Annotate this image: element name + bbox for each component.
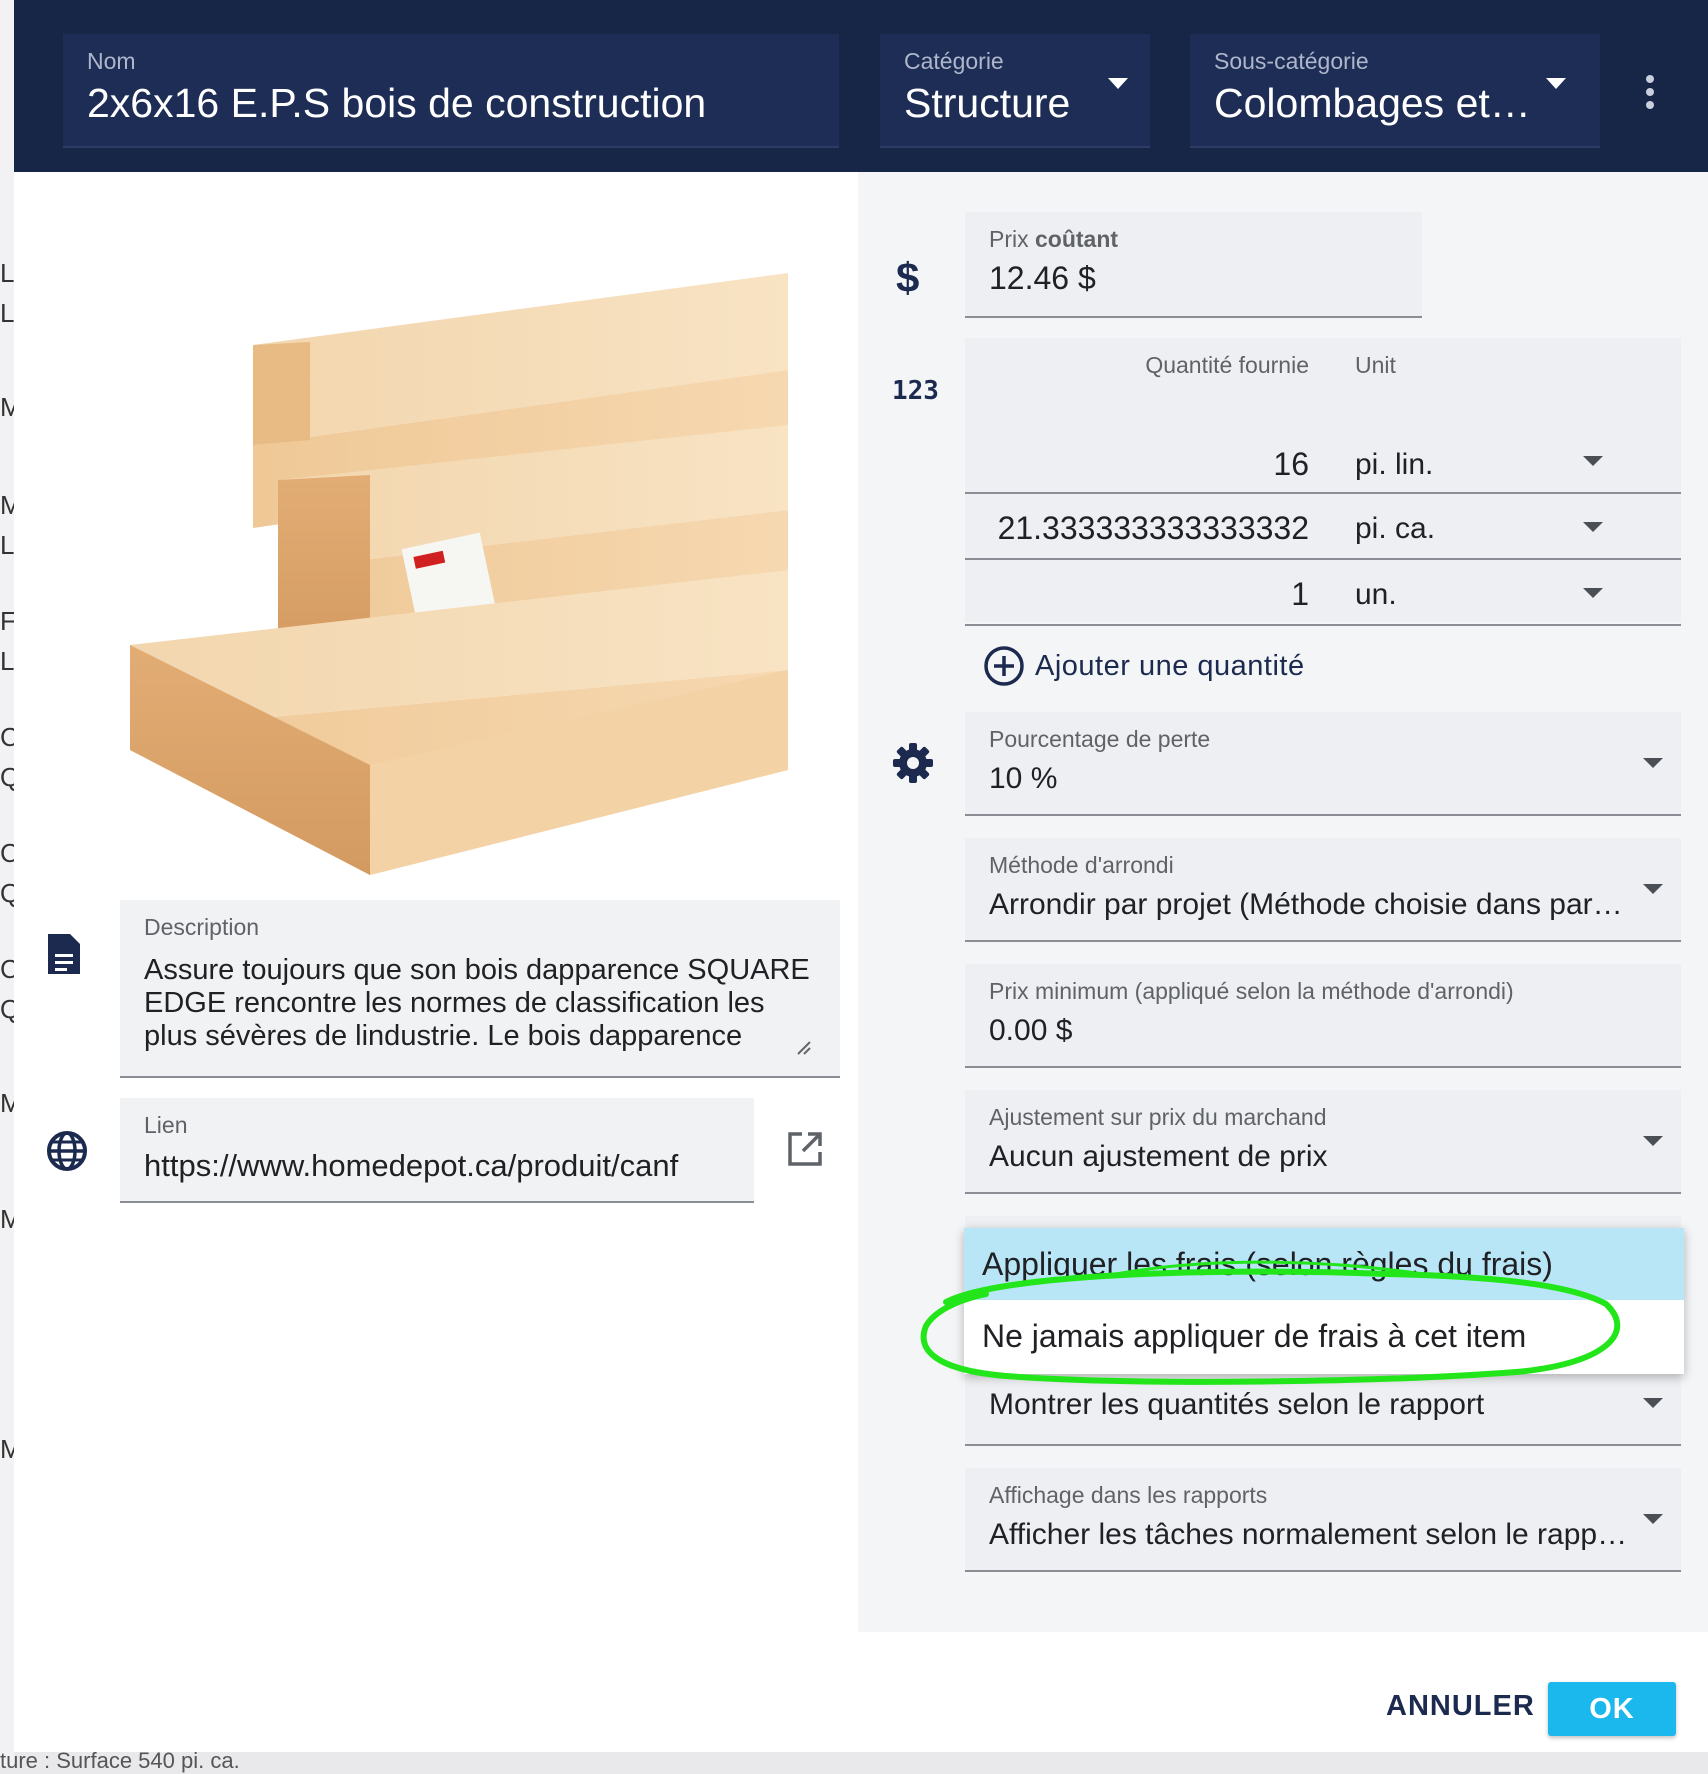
quantities-table: Quantité fournie Unit 16 pi. lin. 21.333… [965,338,1681,762]
minimum-price-value: 0.00 $ [989,1014,1073,1047]
link-label: Lien [144,1112,188,1138]
ok-button-label: OK [1589,1692,1635,1725]
chevron-down-icon [1643,1514,1663,1524]
rounding-method-value: Arrondir par projet (Méthode choisie dan… [989,888,1623,921]
resize-handle-icon[interactable] [796,1040,812,1056]
chevron-down-icon [1643,758,1663,768]
price-adjustment-label: Ajustement sur prix du marchand [989,1104,1327,1130]
name-value: 2x6x16 E.P.S bois de construction [87,80,707,126]
loss-percentage-label: Pourcentage de perte [989,726,1211,752]
price-adjustment-select[interactable]: Ajustement sur prix du marchand Aucun aj… [965,1090,1681,1194]
open-in-new-icon[interactable] [786,1130,826,1170]
unit-value[interactable]: pi. lin. [1355,448,1433,482]
dialog-header: Nom 2x6x16 E.P.S bois de construction Ca… [14,0,1708,172]
category-value: Structure [904,80,1071,126]
category-label: Catégorie [904,48,1004,74]
price-adjustment-value: Aucun ajustement de prix [989,1140,1328,1173]
add-quantity-label: Ajouter une quantité [1035,649,1305,682]
chevron-down-icon[interactable] [1583,522,1603,532]
add-quantity-button[interactable]: Ajouter une quantité [983,644,1305,688]
quantity-header: Quantité fournie [1145,352,1309,378]
background-footer-text: ture : Surface 540 pi. ca. [0,1748,240,1773]
cost-price-field[interactable]: Prix coûtant 12.46 $ [965,212,1422,318]
rounding-method-label: Méthode d'arrondi [989,852,1174,878]
cost-price-value: 12.46 $ [989,260,1096,296]
settings-panel: $ Prix coûtant 12.46 $ 123 Quantité four… [858,172,1708,1632]
dollar-icon: $ [896,254,920,301]
document-icon [46,932,90,980]
chevron-down-icon [1643,1136,1663,1146]
description-text: Assure toujours que son bois dapparence … [144,954,810,1052]
rounding-method-select[interactable]: Méthode d'arrondi Arrondir par projet (M… [965,838,1681,942]
quantity-row[interactable]: 21.333333333333332 pi. ca. [965,494,1681,560]
name-field[interactable]: Nom 2x6x16 E.P.S bois de construction [63,34,839,148]
add-circle-icon [984,646,1024,686]
cancel-button[interactable]: ANNULER [1386,1690,1535,1723]
subcategory-select[interactable]: Sous-catégorie Colombages et… [1190,34,1600,148]
unit-value[interactable]: un. [1355,578,1397,612]
unit-header: Unit [1355,352,1396,378]
more-vert-icon[interactable] [1646,70,1654,114]
chevron-down-icon [1108,78,1128,89]
quantity-value[interactable]: 21.333333333333332 [989,510,1309,547]
ok-button[interactable]: OK [1548,1682,1676,1736]
subcategory-label: Sous-catégorie [1214,48,1369,74]
chevron-down-icon [1643,884,1663,894]
quantity-value[interactable]: 1 [1291,576,1309,613]
chevron-down-icon [1643,1398,1663,1408]
gear-icon [892,742,936,786]
reports-display-value: Afficher les tâches normalement selon le… [989,1518,1628,1551]
quantity-value[interactable]: 16 [1273,446,1309,483]
chevron-down-icon[interactable] [1583,456,1603,466]
quantity-row[interactable]: 16 pi. lin. [965,424,1681,494]
product-image [120,250,800,890]
reports-display-select[interactable]: Affichage dans les rapports Afficher les… [965,1468,1681,1572]
minimum-price-label: Prix minimum (appliqué selon la méthode … [989,978,1514,1004]
subcategory-value: Colombages et… [1214,80,1531,126]
description-field[interactable]: Description Assure toujours que son bois… [120,900,840,1078]
chevron-down-icon [1546,78,1566,89]
category-select[interactable]: Catégorie Structure [880,34,1150,148]
numbers-icon: 123 [892,376,939,406]
unit-value[interactable]: pi. ca. [1355,512,1435,546]
minimum-price-field[interactable]: Prix minimum (appliqué selon la méthode … [965,964,1681,1068]
green-circle-annotation [916,1254,1626,1394]
link-field[interactable]: Lien https://www.homedepot.ca/produit/ca… [120,1098,754,1203]
description-label: Description [144,914,260,940]
cost-price-label: Prix coûtant [989,226,1119,252]
link-value: https://www.homedepot.ca/produit/canf [144,1148,679,1183]
name-label: Nom [87,48,136,74]
loss-percentage-value: 10 % [989,762,1058,795]
loss-percentage-select[interactable]: Pourcentage de perte 10 % [965,712,1681,816]
background-app-list: Li Lc M M Lc Fc Lc Cl Qu Cl Qu Cl Qu M M… [0,0,35,1766]
globe-icon [46,1130,90,1174]
reports-display-label: Affichage dans les rapports [989,1482,1268,1508]
chevron-down-icon[interactable] [1583,588,1603,598]
quantity-row[interactable]: 1 un. [965,560,1681,626]
